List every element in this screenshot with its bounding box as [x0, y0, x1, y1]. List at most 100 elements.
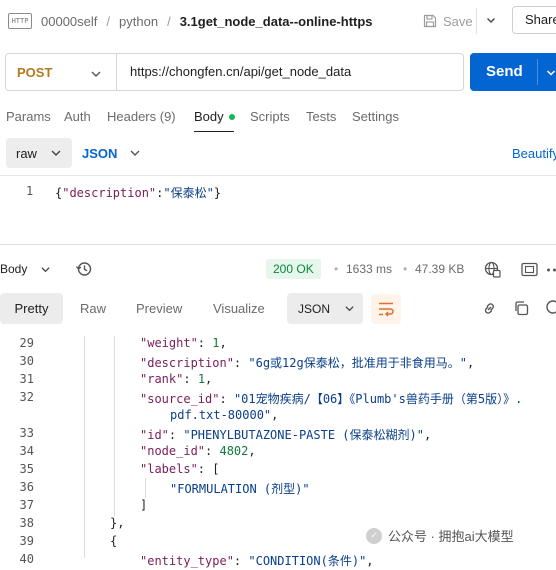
line-number: 38 [19, 516, 34, 530]
tab-body[interactable]: Body [194, 109, 235, 124]
response-format-select[interactable]: JSON [287, 293, 363, 324]
code-text: "node_id": 4802, [140, 444, 256, 458]
line-number: 35 [19, 462, 34, 476]
screenshot-icon[interactable] [521, 262, 538, 277]
tab-visualize[interactable]: Visualize [213, 301, 265, 316]
code-line: 30 "description": "6g或12g保泰松，批准用于非食用马。", [0, 354, 556, 372]
chevron-down-icon [344, 303, 355, 314]
editor-line-number: 1 [26, 184, 34, 198]
json-value: "保泰松" [163, 186, 214, 200]
code-token: "01宠物疾病/【06】《Plumb's兽药手册（第5版）》. [233, 392, 523, 406]
body-mode-select[interactable]: raw [6, 138, 72, 168]
meta-separator: • [334, 262, 339, 276]
code-text: "source_id": "01宠物疾病/【06】《Plumb's兽药手册（第5… [140, 390, 522, 407]
save-button[interactable]: Save [423, 11, 473, 31]
breadcrumb-separator: / [106, 13, 111, 29]
line-number: 37 [19, 498, 34, 512]
code-token: "weight" [140, 336, 198, 350]
tab-raw[interactable]: Raw [80, 301, 106, 316]
code-line: 37] [0, 498, 556, 516]
request-body-editor[interactable]: {"description":"保泰松"} [55, 184, 221, 201]
code-token: "description" [140, 356, 234, 370]
body-language-label: JSON [82, 145, 118, 161]
code-token: : [183, 372, 198, 386]
code-line: 40 "entity_type": "CONDITION(条件)", [0, 552, 556, 570]
code-text: "labels": [ [140, 462, 219, 476]
more-icon[interactable] [547, 268, 556, 272]
line-number: 32 [19, 390, 34, 404]
divider [476, 8, 477, 34]
code-token: { [110, 534, 118, 548]
globe-icon[interactable] [484, 261, 501, 278]
code-line: 32 "source_id": "01宠物疾病/【06】《Plumb's兽药手册（… [0, 390, 556, 408]
line-number: 36 [19, 480, 34, 494]
code-token: "rank" [140, 372, 184, 386]
breadcrumb: HTTP 00000self / python / 3.1get_node_da… [8, 11, 373, 31]
code-token: "6g或12g保泰松，批准用于非食用马。" [248, 356, 467, 370]
line-number: 30 [19, 354, 34, 368]
send-button[interactable]: Send [470, 53, 556, 91]
url-input[interactable]: https://chongfen.cn/api/get_node_data [130, 54, 351, 90]
tab-params[interactable]: Params [6, 109, 51, 124]
code-line: 35 "labels": [ [0, 462, 556, 480]
code-token: : [ [197, 462, 220, 476]
response-time[interactable]: 1633 ms [346, 262, 392, 276]
wrap-lines-button[interactable] [371, 294, 401, 324]
tab-settings[interactable]: Settings [352, 109, 399, 124]
chevron-down-icon[interactable] [485, 14, 497, 26]
code-token: 4802 [219, 444, 249, 458]
code-text: "entity_type": "CONDITION(条件)", [140, 552, 374, 569]
code-token: }, [110, 516, 125, 530]
json-brace: } [213, 186, 222, 200]
code-token: : [233, 554, 249, 568]
response-section-select[interactable]: Body [0, 262, 51, 276]
code-token: "PHENYLBUTAZONE-PASTE (保泰松糊剂)" [183, 428, 424, 442]
copy-icon[interactable] [513, 300, 530, 317]
body-language-select[interactable]: JSON [82, 138, 141, 168]
code-text: "weight": 1, [140, 336, 227, 350]
tab-auth[interactable]: Auth [64, 109, 91, 124]
tab-headers[interactable]: Headers (9) [107, 109, 176, 124]
code-token: , [219, 336, 227, 350]
code-token: : [168, 428, 184, 442]
request-name[interactable]: 3.1get_node_data--online-https [180, 14, 373, 29]
code-token: ] [140, 498, 148, 512]
chevron-down-icon[interactable] [546, 68, 556, 78]
code-token: "source_id" [140, 392, 220, 406]
code-token: "node_id" [140, 444, 206, 458]
body-mode-label: raw [16, 145, 37, 161]
code-line: 31 "rank": 1, [0, 372, 556, 390]
tab-pretty[interactable]: Pretty [0, 293, 63, 324]
link-icon[interactable] [481, 300, 498, 317]
code-text: }, [110, 516, 124, 530]
code-text: "FORMULATION (剂型)" [170, 480, 310, 497]
history-icon[interactable] [75, 260, 93, 278]
code-token: "id" [140, 428, 169, 442]
chevron-down-icon[interactable] [90, 68, 102, 80]
beautify-link[interactable]: Beautify [512, 146, 556, 161]
code-text: "id": "PHENYLBUTAZONE-PASTE (保泰松糊剂)", [140, 426, 431, 443]
response-size[interactable]: 47.39 KB [415, 262, 464, 276]
search-icon[interactable] [545, 299, 556, 317]
code-token: "CONDITION(条件)" [248, 554, 367, 568]
line-number: 40 [19, 552, 34, 566]
status-badge[interactable]: 200 OK [266, 259, 321, 279]
code-token: , [423, 428, 432, 442]
method-label: POST [17, 64, 53, 80]
share-button[interactable]: Share [512, 6, 556, 34]
tab-body-label: Body [194, 109, 224, 124]
code-token: , [248, 444, 256, 458]
active-tab-indicator [194, 131, 234, 132]
tab-preview[interactable]: Preview [136, 301, 182, 316]
divider [0, 175, 556, 176]
tab-tests[interactable]: Tests [306, 109, 336, 124]
code-text: ] [140, 498, 147, 512]
tab-scripts[interactable]: Scripts [250, 109, 290, 124]
code-token: "entity_type" [140, 554, 234, 568]
breadcrumb-collection[interactable]: python [119, 14, 158, 29]
pane-divider[interactable] [0, 244, 556, 245]
code-token: "labels" [140, 462, 198, 476]
breadcrumb-workspace[interactable]: 00000self [41, 14, 97, 29]
code-token: , [366, 554, 374, 568]
line-number: 29 [19, 336, 34, 350]
